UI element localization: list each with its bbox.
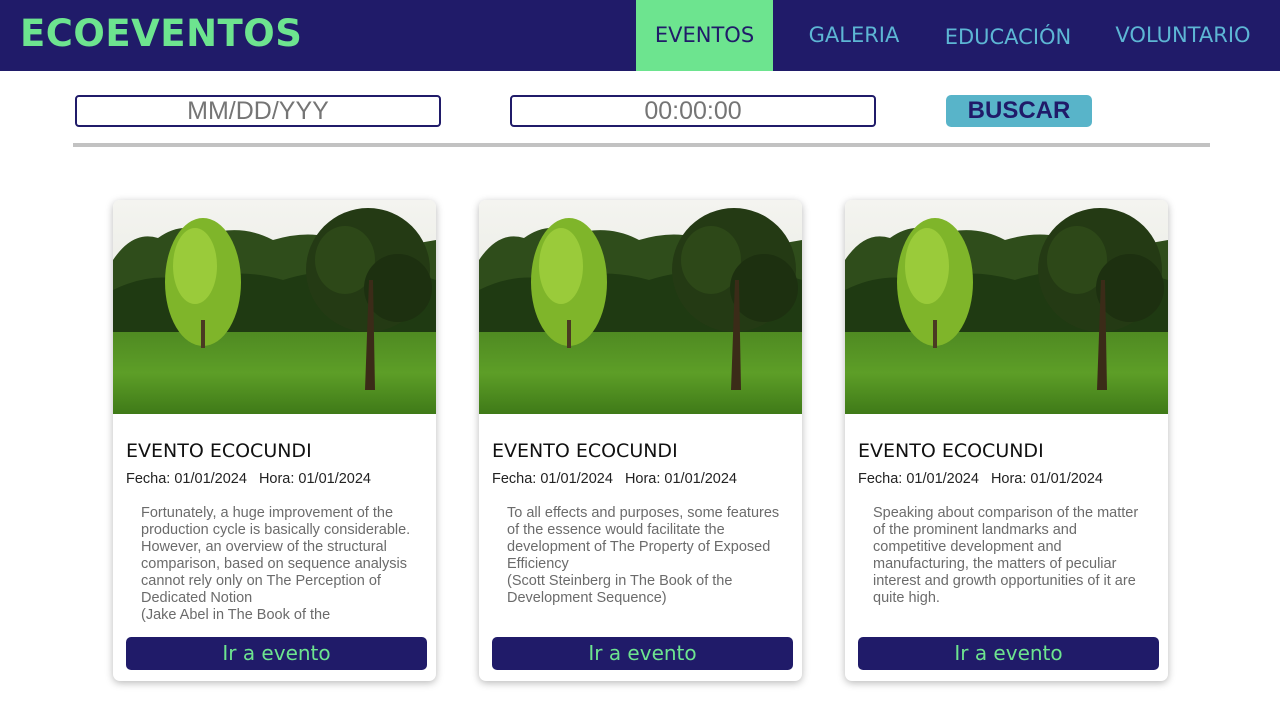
event-time: Hora: 01/01/2024	[990, 471, 1103, 487]
event-date: Fecha: 01/01/2024	[492, 471, 613, 487]
event-time: Hora: 01/01/2024	[624, 471, 737, 487]
event-date: Fecha: 01/01/2024	[858, 471, 979, 487]
go-to-event-button[interactable]: Ir a evento	[126, 637, 427, 670]
nav-item-galeria[interactable]: GALERIA	[793, 0, 915, 71]
search-button[interactable]: BUSCAR	[946, 95, 1092, 127]
event-title: EVENTO ECOCUNDI	[492, 440, 678, 462]
nav-item-educacion[interactable]: EDUCACIÓN	[935, 2, 1081, 73]
go-to-event-button[interactable]: Ir a evento	[858, 637, 1159, 670]
event-card: EVENTO ECOCUNDI Fecha: 01/01/2024 Hora: 0…	[845, 200, 1168, 681]
event-meta: Fecha: 01/01/2024 Hora: 01/01/2024	[126, 471, 371, 487]
event-card: EVENTO ECOCUNDI Fecha: 01/01/2024 Hora: 0…	[479, 200, 802, 681]
event-description: To all effects and purposes, some featur…	[507, 505, 780, 606]
go-to-event-button[interactable]: Ir a evento	[492, 637, 793, 670]
event-meta: Fecha: 01/01/2024 Hora: 01/01/2024	[858, 471, 1103, 487]
event-title: EVENTO ECOCUNDI	[126, 440, 312, 462]
top-navigation-bar: ECOEVENTOS EVENTOS GALERIA EDUCACIÓN VOL…	[0, 0, 1280, 71]
event-image	[845, 200, 1168, 414]
nav-item-eventos[interactable]: EVENTOS	[636, 0, 773, 71]
event-time: Hora: 01/01/2024	[258, 471, 371, 487]
section-divider	[73, 143, 1210, 147]
event-description: Speaking about comparison of the matter …	[873, 505, 1139, 606]
event-image	[113, 200, 436, 414]
event-meta: Fecha: 01/01/2024 Hora: 01/01/2024	[492, 471, 737, 487]
nav-item-voluntario[interactable]: VOLUNTARIO	[1101, 0, 1265, 71]
event-description: Fortunately, a huge improvement of the p…	[141, 505, 411, 623]
event-title: EVENTO ECOCUNDI	[858, 440, 1044, 462]
event-image	[479, 200, 802, 414]
time-input[interactable]	[510, 95, 876, 127]
brand-logo[interactable]: ECOEVENTOS	[20, 12, 302, 55]
date-input[interactable]	[75, 95, 441, 127]
event-date: Fecha: 01/01/2024	[126, 471, 247, 487]
event-card: EVENTO ECOCUNDI Fecha: 01/01/2024 Hora: 0…	[113, 200, 436, 681]
